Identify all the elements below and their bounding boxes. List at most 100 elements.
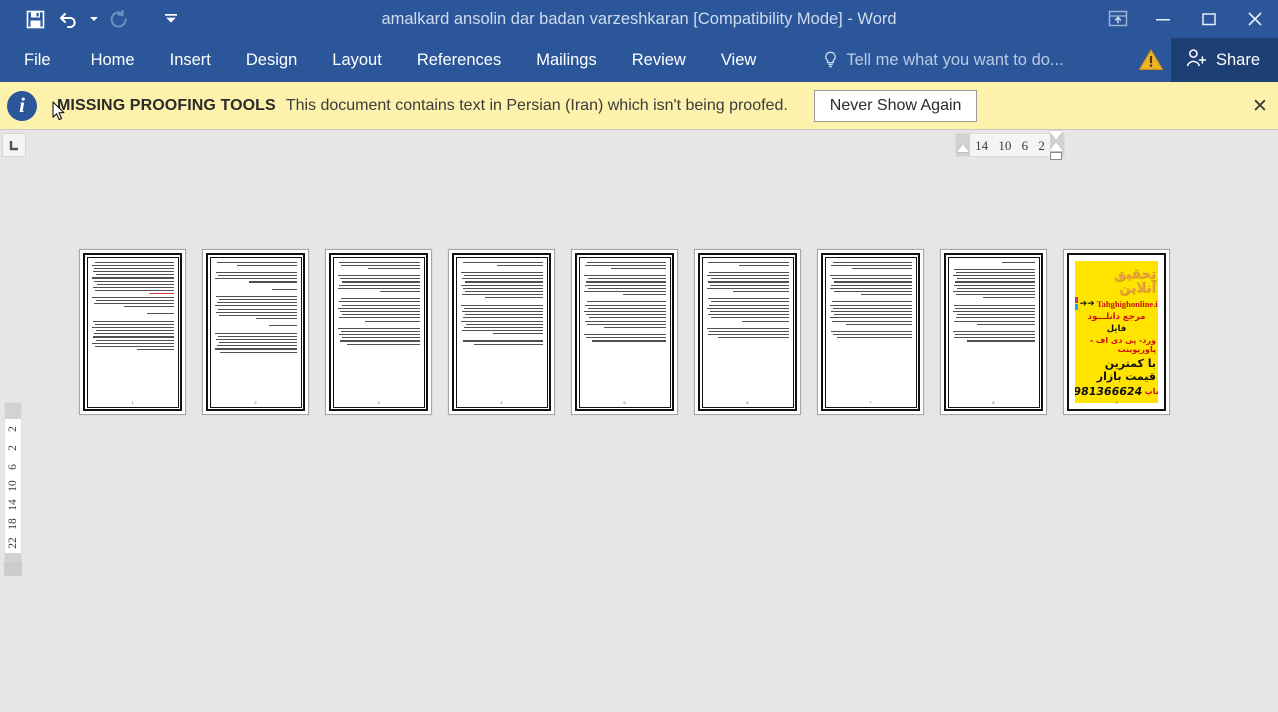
page-number: 5 <box>623 400 626 405</box>
right-indent-marker[interactable] <box>1050 152 1062 160</box>
v-tick: 22 <box>7 537 19 550</box>
tab-layout[interactable]: Layout <box>332 38 382 82</box>
ribbon-display-options-icon[interactable] <box>1096 0 1140 38</box>
quick-access-toolbar <box>0 4 184 34</box>
document-page-advert[interactable]: تحقیق آنلاین ➔➔ Tahghighonline.ir مرجع د… <box>1063 249 1170 415</box>
page-text-block <box>830 261 912 339</box>
page-border-outer: 3 <box>329 253 428 411</box>
page-border-outer: 5 <box>575 253 674 411</box>
advert-block: تحقیق آنلاین ➔➔ Tahghighonline.ir مرجع د… <box>1075 261 1158 403</box>
advert-whatsapp-label: واتساپ <box>1144 387 1158 396</box>
page-text-block <box>92 261 174 351</box>
page-border-inner <box>86 256 179 408</box>
save-icon[interactable] <box>18 4 52 34</box>
advert-phone-row: واتساپ 09981366624 <box>1075 385 1158 398</box>
page-border-inner <box>209 256 302 408</box>
page-border-outer: 8 <box>944 253 1043 411</box>
close-icon[interactable] <box>1232 0 1278 38</box>
vertical-ruler[interactable]: 2 2 6 10 14 18 22 <box>4 402 22 570</box>
mouse-cursor <box>52 101 67 128</box>
window-controls <box>1096 0 1278 38</box>
document-page[interactable]: 5 <box>571 249 678 415</box>
page-thumbnail-strip: 1 2 3 4 5 6 7 8 تحقیق آنلاین ➔➔ Tahghigh… <box>79 249 1170 415</box>
tab-review[interactable]: Review <box>632 38 686 82</box>
missing-proofing-tools-bar: i MISSING PROOFING TOOLS This document c… <box>0 82 1278 130</box>
share-label: Share <box>1215 50 1260 69</box>
redo-icon <box>102 4 136 34</box>
advert-source-line: مرجع دانلـــود <box>1087 312 1146 322</box>
tab-design[interactable]: Design <box>246 38 297 82</box>
page-number: 6 <box>746 400 749 405</box>
page-text-block <box>215 261 297 353</box>
undo-dropdown-icon[interactable] <box>86 4 102 34</box>
window-title: amalkard ansolin dar badan varzeshkaran … <box>381 10 897 28</box>
v-tick: 18 <box>7 518 19 531</box>
page-border-inner <box>332 256 425 408</box>
v-tick: 14 <box>7 499 19 511</box>
social-icons <box>1075 297 1078 310</box>
tab-home[interactable]: Home <box>91 38 135 82</box>
page-border-outer: 4 <box>452 253 551 411</box>
h-tick: 2 <box>1038 138 1045 153</box>
customize-quick-access-toolbar-icon[interactable] <box>158 4 184 34</box>
page-number: 8 <box>992 400 995 405</box>
tab-mailings[interactable]: Mailings <box>536 38 597 82</box>
page-border-inner <box>578 256 671 408</box>
never-show-again-button[interactable]: Never Show Again <box>813 89 978 122</box>
h-tick: 10 <box>998 138 1012 153</box>
minimize-icon[interactable] <box>1140 0 1186 38</box>
hanging-indent-marker[interactable] <box>1049 142 1063 151</box>
ribbon-right-group: Share <box>1131 38 1278 82</box>
document-page[interactable]: 8 <box>940 249 1047 415</box>
page-number: 7 <box>869 400 872 405</box>
title-bar: amalkard ansolin dar badan varzeshkaran … <box>0 0 1278 38</box>
document-canvas <box>28 160 1278 712</box>
share-button[interactable]: Share <box>1170 38 1278 82</box>
document-page[interactable]: 6 <box>694 249 801 415</box>
left-indent-marker[interactable] <box>957 144 969 152</box>
tab-insert[interactable]: Insert <box>170 38 211 82</box>
advert-price-line: با کمترین قیمت بازار <box>1096 357 1156 383</box>
tab-view[interactable]: View <box>721 38 756 82</box>
lightbulb-icon <box>823 51 838 69</box>
page-border-inner <box>824 256 917 408</box>
page-number: 4 <box>500 400 503 405</box>
info-icon: i <box>7 90 37 121</box>
warning-icon[interactable] <box>1131 38 1171 82</box>
advert-file-line: فایل <box>1106 324 1127 334</box>
advert-site-row: ➔➔ Tahghighonline.ir <box>1075 297 1158 310</box>
ribbon-tab-strip: File Home Insert Design Layout Reference… <box>0 38 1278 82</box>
first-line-indent-marker[interactable] <box>1049 131 1063 140</box>
document-page[interactable]: 1 <box>79 249 186 415</box>
maximize-restore-icon[interactable] <box>1186 0 1232 38</box>
tab-stop-selector[interactable] <box>2 133 26 157</box>
page-number: 9 <box>1115 400 1118 405</box>
share-person-icon <box>1185 48 1207 73</box>
vertical-scroll-nub[interactable] <box>4 562 22 576</box>
advert-phone-number: 09981366624 <box>1075 385 1144 398</box>
page-number: 1 <box>131 400 134 405</box>
document-page[interactable]: 3 <box>325 249 432 415</box>
document-page[interactable]: 4 <box>448 249 555 415</box>
page-number: 3 <box>377 400 380 405</box>
tab-references[interactable]: References <box>417 38 501 82</box>
page-text-block <box>338 261 420 345</box>
tab-file[interactable]: File <box>24 38 51 82</box>
document-page[interactable]: 7 <box>817 249 924 415</box>
h-tick: 14 <box>975 138 989 153</box>
notification-title: MISSING PROOFING TOOLS <box>57 96 276 114</box>
tell-me-search[interactable]: Tell me what you want to do... <box>823 38 1064 82</box>
page-number: 2 <box>254 400 257 405</box>
v-tick: 2 <box>7 444 19 451</box>
document-page[interactable]: 2 <box>202 249 309 415</box>
vertical-ruler-ticks: 2 2 6 10 14 18 22 <box>5 419 21 553</box>
page-border-outer: تحقیق آنلاین ➔➔ Tahghighonline.ir مرجع د… <box>1067 253 1166 411</box>
page-border-outer: 1 <box>83 253 182 411</box>
tell-me-placeholder: Tell me what you want to do... <box>846 50 1064 69</box>
page-border-inner <box>947 256 1040 408</box>
page-border-inner <box>701 256 794 408</box>
page-border-outer: 7 <box>821 253 920 411</box>
notification-close-icon[interactable]: ✕ <box>1246 82 1274 130</box>
undo-icon[interactable] <box>52 4 86 34</box>
v-tick: 6 <box>7 463 19 470</box>
